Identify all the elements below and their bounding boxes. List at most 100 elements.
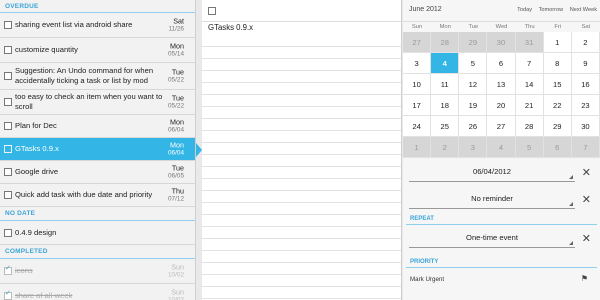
task-checkbox[interactable]	[4, 168, 12, 176]
task-due-day: 10/02	[168, 296, 184, 300]
repeat-spinner[interactable]: One-time event	[409, 230, 575, 248]
calendar-day[interactable]: 18	[431, 95, 460, 116]
calendar-day[interactable]: 5	[515, 137, 544, 158]
task-checkbox[interactable]	[4, 122, 12, 130]
task-due-date: Mon 06/04	[168, 141, 184, 158]
flag-icon[interactable]: ⚑	[581, 274, 588, 283]
calendar-day[interactable]: 15	[543, 74, 572, 95]
next-week-link[interactable]: Next Week	[570, 7, 597, 13]
calendar-day[interactable]: 2	[571, 32, 600, 53]
overdue-task-list: sharing event list via android share Sat 1…	[0, 13, 195, 207]
calendar-day[interactable]: 1	[543, 32, 572, 53]
calendar-day[interactable]: 7	[515, 53, 544, 74]
task-due-day: 06/05	[168, 172, 184, 180]
calendar-day[interactable]: 11	[431, 74, 460, 95]
task-due-weekday: Sun	[171, 262, 184, 272]
calendar-day[interactable]: 21	[515, 95, 544, 116]
quick-date-links: Today Tomorrow Next Week	[512, 7, 597, 13]
task-checkbox[interactable]	[4, 72, 12, 80]
calendar-day[interactable]: 23	[571, 95, 600, 116]
task-row[interactable]: sharing event list via android share Sat 1…	[0, 13, 195, 38]
calendar-day[interactable]: 24	[403, 116, 432, 137]
calendar-day[interactable]: 27	[487, 116, 516, 137]
calendar-day[interactable]: 28	[431, 32, 460, 53]
task-row[interactable]: customize quantity Mon 05/14	[0, 38, 195, 63]
clear-reminder-icon[interactable]: ✕	[582, 194, 591, 206]
task-checkbox[interactable]	[4, 264, 12, 275]
task-due-weekday: Tue	[171, 163, 184, 173]
task-checkbox[interactable]	[4, 21, 12, 29]
calendar-day[interactable]: 17	[403, 95, 432, 116]
task-checkbox[interactable]	[4, 191, 12, 199]
tomorrow-link[interactable]: Tomorrow	[539, 7, 564, 13]
calendar-day[interactable]: 19	[459, 95, 488, 116]
task-title: Quick add task with due date and priorit…	[15, 190, 153, 199]
task-checkbox[interactable]	[4, 145, 12, 153]
task-row[interactable]: Quick add task with due date and priorit…	[0, 184, 195, 207]
calendar-day[interactable]: 16	[571, 74, 600, 95]
task-checkbox[interactable]	[4, 46, 12, 54]
task-due-date: Mon 05/14	[168, 42, 184, 59]
task-row[interactable]: Google drive Tue 06/05	[0, 161, 195, 184]
reminder-spinner[interactable]: No reminder	[409, 191, 575, 209]
calendar-day[interactable]: 26	[459, 116, 488, 137]
mark-urgent-label[interactable]: Mark Urgent	[410, 276, 444, 283]
task-checkbox[interactable]	[4, 289, 12, 300]
due-date-spinner[interactable]: 06/04/2012	[409, 164, 575, 182]
task-row[interactable]: Plan for Dec Mon 06/04	[0, 115, 195, 138]
task-complete-checkbox[interactable]	[208, 7, 216, 15]
task-title: 0.4.9 design	[15, 227, 57, 237]
calendar-day[interactable]: 6	[543, 137, 572, 158]
task-row[interactable]: Suggestion: An Undo command for when acc…	[0, 63, 195, 90]
calendar-day[interactable]: 1	[403, 137, 432, 158]
calendar-day[interactable]: 7	[571, 137, 600, 158]
calendar-weekday-row: Sun Mon Tue Wed Thu Fri Sat	[403, 22, 600, 32]
calendar-day[interactable]: 9	[571, 53, 600, 74]
task-title: icons	[15, 266, 33, 275]
task-due-weekday: Tue	[171, 93, 184, 103]
task-row[interactable]: share of all-week Sun10/02	[0, 284, 195, 300]
section-header-completed: COMPLETED	[0, 245, 195, 259]
calendar-day-selected[interactable]: 4	[431, 53, 460, 74]
calendar-day[interactable]: 3	[459, 137, 488, 158]
task-title-field[interactable]: GTasks 0.9.x	[208, 23, 253, 32]
calendar-day[interactable]: 5	[459, 53, 488, 74]
task-title: sharing event list via android share	[15, 20, 133, 29]
calendar-day[interactable]: 3	[403, 53, 432, 74]
calendar-day[interactable]: 22	[543, 95, 572, 116]
calendar-day[interactable]: 6	[487, 53, 516, 74]
weekday-label: Fri	[554, 24, 562, 30]
calendar-day[interactable]: 10	[403, 74, 432, 95]
task-due-date: Tue 06/05	[168, 164, 184, 181]
today-link[interactable]: Today	[517, 7, 532, 13]
calendar-day[interactable]: 12	[459, 74, 488, 95]
task-row[interactable]: icons Sun10/02	[0, 259, 195, 284]
calendar-day[interactable]: 13	[487, 74, 516, 95]
task-checkbox[interactable]	[4, 98, 12, 106]
task-checkbox[interactable]	[4, 228, 12, 237]
clear-repeat-icon[interactable]: ✕	[582, 233, 591, 245]
calendar-day[interactable]: 27	[403, 32, 432, 53]
calendar-day[interactable]: 31	[515, 32, 544, 53]
calendar-day[interactable]: 8	[543, 53, 572, 74]
calendar-day[interactable]: 25	[431, 116, 460, 137]
calendar-day[interactable]: 2	[431, 137, 460, 158]
calendar-day[interactable]: 14	[515, 74, 544, 95]
calendar-day[interactable]: 28	[515, 116, 544, 137]
calendar-day[interactable]: 4	[487, 137, 516, 158]
task-due-date: Mon 06/04	[168, 118, 184, 135]
task-row[interactable]: too easy to check an item when you want …	[0, 90, 195, 115]
calendar-day[interactable]: 20	[487, 95, 516, 116]
calendar-day[interactable]: 30	[571, 116, 600, 137]
calendar-day[interactable]: 29	[543, 116, 572, 137]
clear-due-date-icon[interactable]: ✕	[582, 167, 591, 179]
task-title: GTasks 0.9.x	[15, 144, 59, 153]
calendar-day[interactable]: 29	[459, 32, 488, 53]
weekday-label: Sat	[581, 24, 591, 30]
task-row[interactable]: GTasks 0.9.x Mon 06/04	[0, 138, 195, 161]
task-due-day: 05/22	[168, 76, 184, 84]
task-row[interactable]: 0.4.9 design	[0, 221, 195, 245]
priority-row[interactable]: Mark Urgent ⚑	[403, 268, 600, 290]
section-header-repeat: REPEAT	[406, 213, 597, 225]
calendar-day[interactable]: 30	[487, 32, 516, 53]
